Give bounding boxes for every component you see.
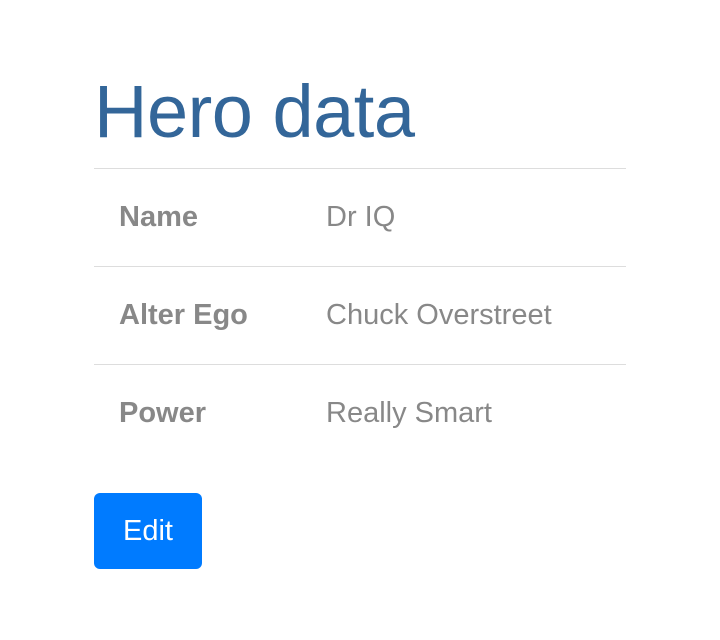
hero-detail: Hero data Name Dr IQ Alter Ego Chuck Ove… bbox=[94, 62, 626, 569]
alter-ego-label: Alter Ego bbox=[119, 299, 248, 331]
power-value: Really Smart bbox=[326, 397, 492, 429]
table-row-alter-ego: Alter Ego Chuck Overstreet bbox=[94, 266, 626, 365]
hero-data-table: Name Dr IQ Alter Ego Chuck Overstreet Po… bbox=[94, 168, 626, 462]
name-label: Name bbox=[119, 201, 198, 233]
name-value: Dr IQ bbox=[326, 201, 396, 233]
alter-ego-value: Chuck Overstreet bbox=[326, 299, 552, 331]
table-row-power: Power Really Smart bbox=[94, 364, 626, 463]
table-row-name: Name Dr IQ bbox=[94, 168, 626, 267]
page-title: Hero data bbox=[94, 70, 415, 153]
power-label: Power bbox=[119, 397, 207, 429]
edit-button[interactable]: Edit bbox=[94, 493, 202, 569]
